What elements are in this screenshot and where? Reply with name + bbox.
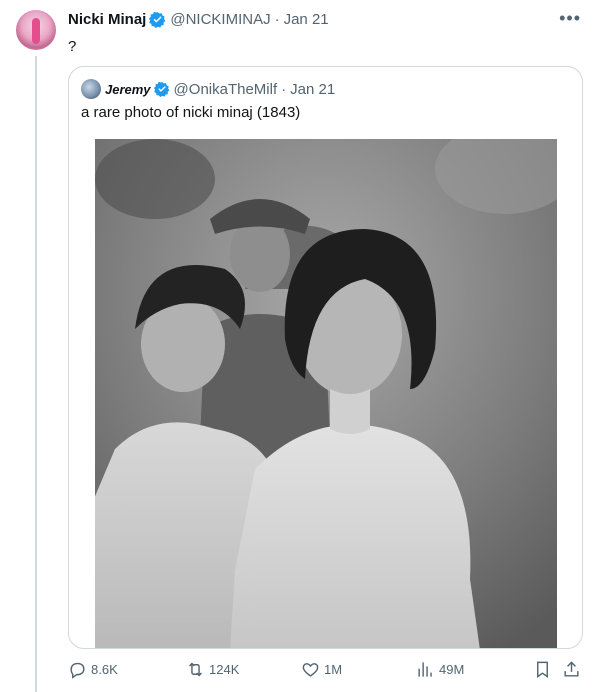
reply-button[interactable]: 8.6K [68,660,118,679]
tweet-text: ? [68,38,77,55]
views-button[interactable]: 49M [416,660,464,679]
share-icon [564,661,579,677]
reply-count: 8.6K [91,662,118,677]
author-handle[interactable]: @NICKIMINAJ [170,11,270,28]
quoted-tweet-header: Jeremy @OnikaTheMilf · Jan 21 [81,79,335,99]
photo-illustration [95,139,557,648]
avatar[interactable] [16,10,56,50]
quoted-tweet[interactable]: Jeremy @OnikaTheMilf · Jan 21 a rare pho… [68,66,583,649]
bookmark-icon [537,661,548,679]
share-button[interactable] [562,660,585,679]
thread-line [35,56,37,692]
separator-dot: · [281,80,287,98]
repost-icon [189,662,202,677]
views-chart-icon [418,662,432,677]
quoted-author-name: Jeremy [105,81,151,97]
quoted-tweet-date: Jan 21 [290,80,336,98]
separator-dot: · [274,11,280,28]
reply-icon [70,662,85,679]
like-button[interactable]: 1M [301,660,342,679]
tweet-actions: 8.6K 124K 1M 49M [68,660,583,682]
quoted-avatar [81,79,101,99]
verified-icon [153,81,169,97]
heart-icon [302,663,319,677]
tweet-date[interactable]: Jan 21 [284,11,329,28]
ellipsis-icon[interactable]: ••• [559,8,581,29]
verified-icon [149,11,166,28]
repost-button[interactable]: 124K [186,660,239,679]
quoted-photo[interactable] [95,139,557,648]
bookmark-button[interactable] [533,660,556,679]
quoted-tweet-text: a rare photo of nicki minaj (1843) [81,104,301,121]
quoted-author-handle: @OnikaTheMilf [173,80,278,98]
like-count: 1M [324,662,343,677]
repost-count: 124K [209,662,240,677]
tweet-header: Nicki Minaj @NICKIMINAJ · Jan 21 [68,11,329,28]
views-count: 49M [439,662,465,677]
author-name[interactable]: Nicki Minaj [68,11,146,28]
